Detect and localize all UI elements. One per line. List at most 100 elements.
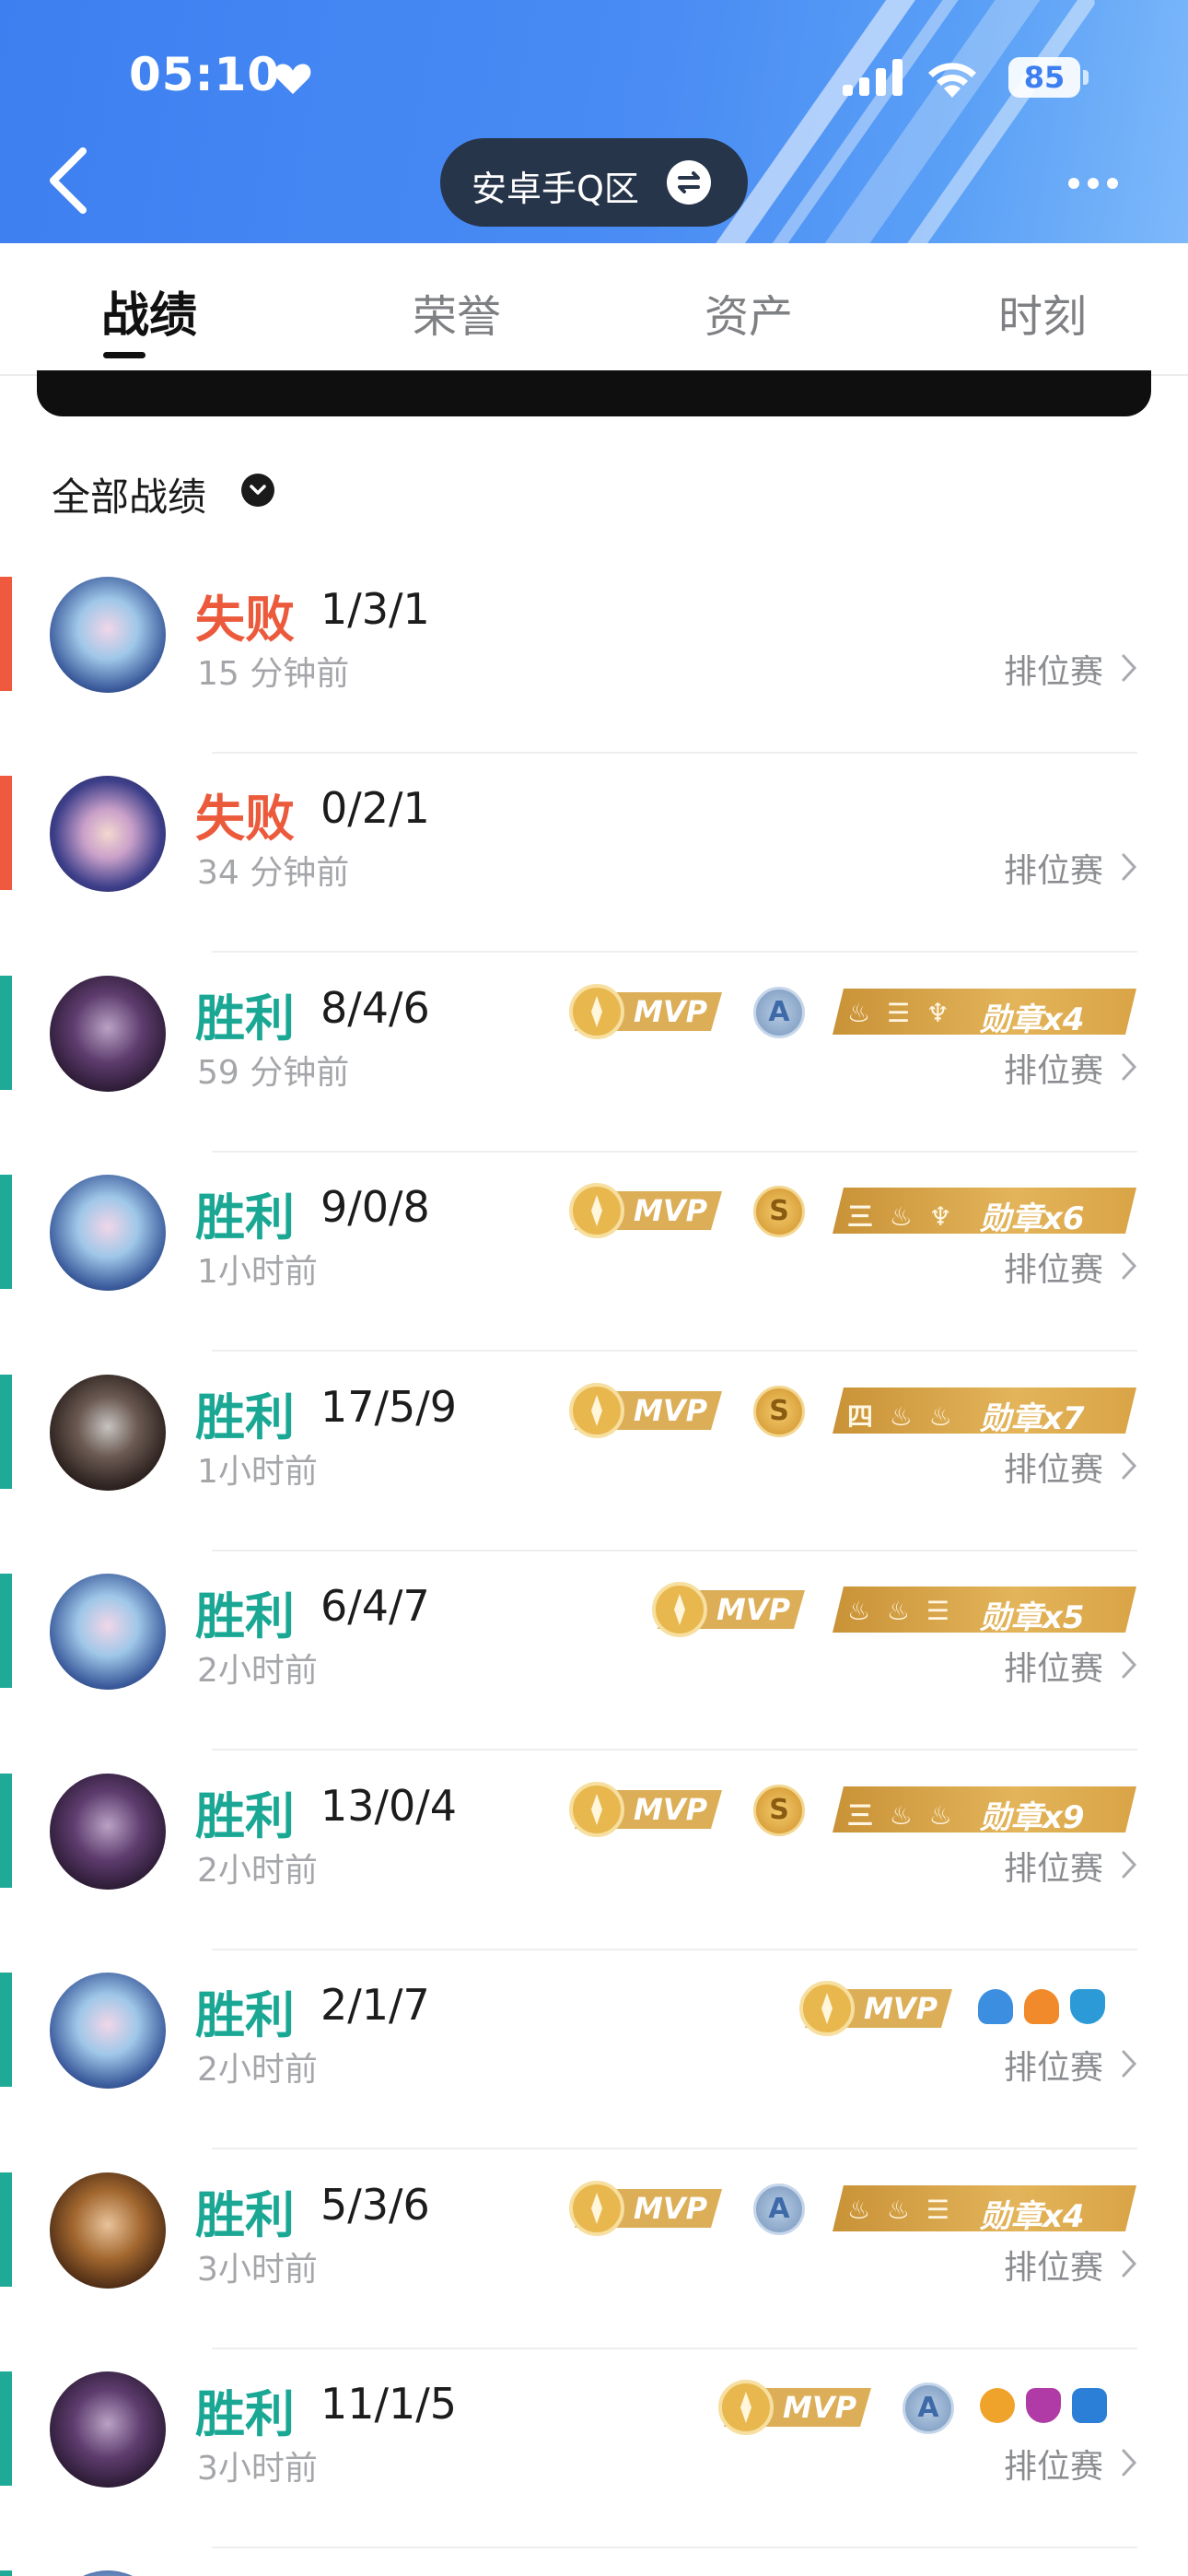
match-result: 胜利 <box>195 2385 295 2443</box>
match-row[interactable]: 胜利 9/0/8 1小时前 排位赛 MVP S 三 ♨ ♆ 勋章x6 <box>0 1164 1188 1363</box>
row-divider <box>212 1749 1137 1751</box>
match-result: 胜利 <box>195 1986 295 2044</box>
hero-avatar <box>50 1774 166 1890</box>
match-result: 失败 <box>195 790 295 848</box>
match-kda: 8/4/6 <box>320 983 430 1033</box>
result-bar <box>0 2371 12 2486</box>
match-row[interactable]: 胜利 8/4/6 59 分钟前 排位赛 MVP A ♨ ☰ ♆ 勋章x4 <box>0 965 1188 1164</box>
hero-avatar <box>50 1375 166 1491</box>
medal-count: 勋章x6 <box>980 1200 1085 1237</box>
row-divider <box>212 2547 1137 2548</box>
multi-kill-label: 三 <box>847 1201 878 1232</box>
tab-honor[interactable]: 荣誉 <box>413 280 501 345</box>
shield-icon <box>1072 2388 1107 2423</box>
result-bar <box>0 976 12 1090</box>
match-kda: 13/0/4 <box>320 1781 458 1831</box>
match-row[interactable]: 胜利 11/1/5 3小时前 排位赛 MVP A <box>0 2360 1188 2559</box>
match-row[interactable]: 胜利 2/1/7 2小时前 排位赛 MVP <box>0 1961 1188 2160</box>
active-tab-indicator <box>103 352 146 358</box>
achievement-icons <box>978 1989 1116 2028</box>
multi-kill-label: 三 <box>847 1800 878 1831</box>
medal-badge: ♨ ☰ ♆ 勋章x4 <box>833 989 1136 1038</box>
medal-count: 勋章x4 <box>980 2198 1085 2235</box>
row-divider <box>212 2348 1137 2349</box>
result-bar <box>0 2570 12 2576</box>
hero-avatar <box>50 2371 166 2488</box>
match-row[interactable]: 胜利 13/0/4 2小时前 排位赛 MVP S 三 ♨ ♨ 勋章x9 <box>0 1762 1188 1961</box>
region-switcher[interactable]: 安卓手Q区 <box>440 138 748 227</box>
back-arrow-icon[interactable] <box>42 147 98 214</box>
swap-icon <box>667 160 711 205</box>
chevron-right-icon <box>1122 1851 1137 1879</box>
coins-icon <box>980 2388 1015 2423</box>
match-result: 失败 <box>195 591 295 649</box>
row-divider <box>212 2148 1137 2149</box>
hero-avatar <box>50 1175 166 1291</box>
medal-count: 勋章x4 <box>980 1001 1085 1038</box>
hero-avatar <box>50 577 166 693</box>
mvp-badge: MVP <box>715 2379 871 2436</box>
more-options-icon[interactable] <box>1068 175 1126 193</box>
medal-count: 勋章x5 <box>980 1599 1085 1636</box>
mvp-label: MVP <box>634 2191 708 2226</box>
match-mode: 排位赛 <box>1004 1451 1104 1489</box>
battery-indicator: 85 <box>1008 57 1080 98</box>
mvp-badge: MVP <box>565 1781 722 1838</box>
medal-count: 勋章x7 <box>980 1400 1085 1437</box>
result-bar <box>0 1574 12 1688</box>
medal-icons: ♨ ♨ ☰ <box>847 2195 953 2225</box>
hero-avatar <box>50 976 166 1092</box>
match-row[interactable]: 胜利 5/3/6 3小时前 排位赛 MVP A ♨ ♨ ☰ 勋章x4 <box>0 2161 1188 2360</box>
match-row[interactable]: 胜利 6/4/7 2小时前 排位赛 MVP ♨ ♨ ☰ 勋章x5 <box>0 1563 1188 1762</box>
row-divider <box>212 1151 1137 1153</box>
hero-avatar <box>50 2172 166 2289</box>
mvp-badge: MVP <box>565 983 722 1040</box>
chevron-right-icon <box>1122 1651 1137 1679</box>
match-result: 胜利 <box>195 1587 295 1645</box>
match-time: 2小时前 <box>197 1652 318 1690</box>
match-result: 胜利 <box>195 1388 295 1446</box>
medal-badge: 四 ♨ ♨ 勋章x7 <box>833 1388 1136 1437</box>
mvp-label: MVP <box>634 1792 708 1827</box>
medal-badge: ♨ ♨ ☰ 勋章x5 <box>833 1587 1136 1636</box>
medal-icons: 三 ♨ ♆ <box>847 1201 956 1232</box>
mvp-badge: MVP <box>796 1980 952 2037</box>
match-time: 59 分钟前 <box>197 1054 350 1092</box>
row-divider <box>212 1949 1137 1950</box>
mvp-badge: MVP <box>565 1182 722 1239</box>
grade-badge: A <box>903 2383 954 2434</box>
grade-badge: A <box>753 987 805 1038</box>
match-kda: 2/1/7 <box>320 1980 430 2030</box>
match-mode: 排位赛 <box>1004 2249 1104 2287</box>
medal-count: 勋章x9 <box>980 1799 1085 1836</box>
match-kda: 5/3/6 <box>320 2180 430 2230</box>
chevron-down-icon[interactable] <box>241 474 274 507</box>
match-kda: 1/3/1 <box>320 584 430 634</box>
match-kda: 11/1/5 <box>320 2379 458 2429</box>
match-kda: 6/4/7 <box>320 1581 430 1631</box>
mvp-label: MVP <box>716 1592 791 1627</box>
tab-moments[interactable]: 时刻 <box>998 280 1087 345</box>
match-mode: 排位赛 <box>1004 1850 1104 1888</box>
medal-icons: 三 ♨ ♨ <box>847 1800 956 1831</box>
result-bar <box>0 577 12 691</box>
medal-icons: 四 ♨ ♨ <box>847 1401 956 1432</box>
match-row-partial[interactable] <box>0 2559 1188 2576</box>
chevron-right-icon <box>1122 853 1137 881</box>
filter-dropdown[interactable]: 全部战绩 <box>52 466 206 522</box>
match-mode: 排位赛 <box>1004 653 1104 691</box>
grade-badge: S <box>753 1386 805 1437</box>
result-bar <box>0 1375 12 1489</box>
match-time: 2小时前 <box>197 1852 318 1890</box>
hero-avatar <box>50 2570 166 2576</box>
top-header: 05:10 85 安卓手Q区 <box>0 0 1188 243</box>
tab-record[interactable]: 战绩 <box>101 276 197 345</box>
tab-assets[interactable]: 资产 <box>705 280 793 345</box>
match-row[interactable]: 胜利 17/5/9 1小时前 排位赛 MVP S 四 ♨ ♨ 勋章x7 <box>0 1364 1188 1563</box>
result-bar <box>0 1175 12 1289</box>
match-mode: 排位赛 <box>1004 852 1104 890</box>
match-time: 15 分钟前 <box>197 655 350 693</box>
match-row[interactable]: 失败 0/2/1 34 分钟前 排位赛 <box>0 765 1188 964</box>
chevron-right-icon <box>1122 2449 1137 2476</box>
match-row[interactable]: 失败 1/3/1 15 分钟前 排位赛 <box>0 566 1188 765</box>
